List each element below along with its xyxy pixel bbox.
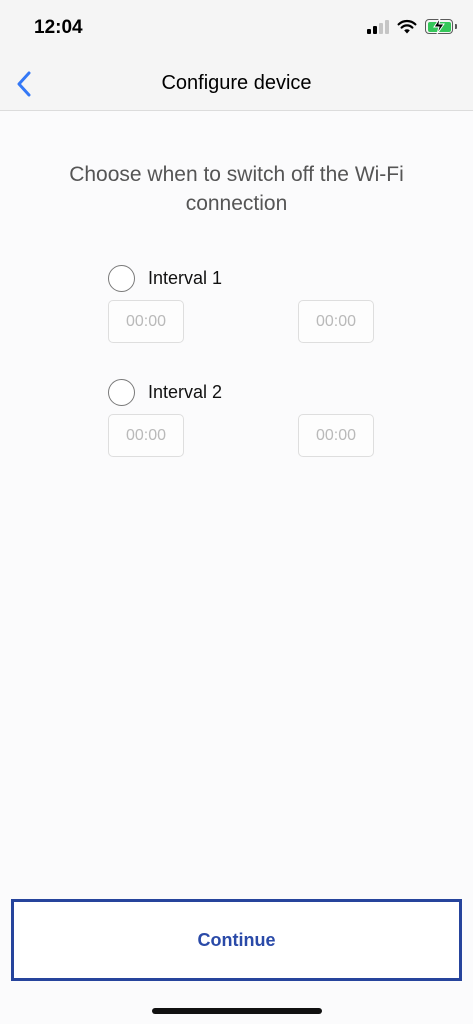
continue-button[interactable]: Continue xyxy=(11,899,462,981)
home-indicator xyxy=(152,1008,322,1014)
status-bar: 12:04 xyxy=(0,0,473,58)
interval-2-times: 00:00 00:00 xyxy=(108,414,378,458)
interval-2-label: Interval 2 xyxy=(148,381,223,402)
interval-2-radio[interactable] xyxy=(108,378,135,406)
interval-2-option[interactable]: Interval 2 xyxy=(108,377,378,407)
interval-1-radio[interactable] xyxy=(108,264,135,292)
cellular-signal-icon xyxy=(367,19,389,34)
interval-1-option[interactable]: Interval 1 xyxy=(108,263,378,293)
interval-2-end-time[interactable]: 00:00 xyxy=(298,414,374,457)
interval-1-times: 00:00 00:00 xyxy=(108,300,378,344)
configure-device-screen: 12:04 Configure device Choose when to sw… xyxy=(0,0,473,1024)
interval-1-start-time[interactable]: 00:00 xyxy=(108,300,184,343)
navigation-bar: Configure device xyxy=(0,58,473,111)
status-icons xyxy=(367,17,457,35)
status-time: 12:04 xyxy=(34,17,83,38)
interval-2-start-time[interactable]: 00:00 xyxy=(108,414,184,457)
interval-1-end-time[interactable]: 00:00 xyxy=(298,300,374,343)
battery-charging-icon xyxy=(425,17,457,35)
wifi-icon xyxy=(397,19,417,34)
interval-2-group: Interval 2 00:00 00:00 xyxy=(108,377,378,458)
instruction-text: Choose when to switch off the Wi-Fi conn… xyxy=(69,163,404,215)
interval-1-label: Interval 1 xyxy=(148,267,223,288)
interval-1-group: Interval 1 00:00 00:00 xyxy=(108,263,378,344)
page-title: Configure device xyxy=(161,72,312,94)
